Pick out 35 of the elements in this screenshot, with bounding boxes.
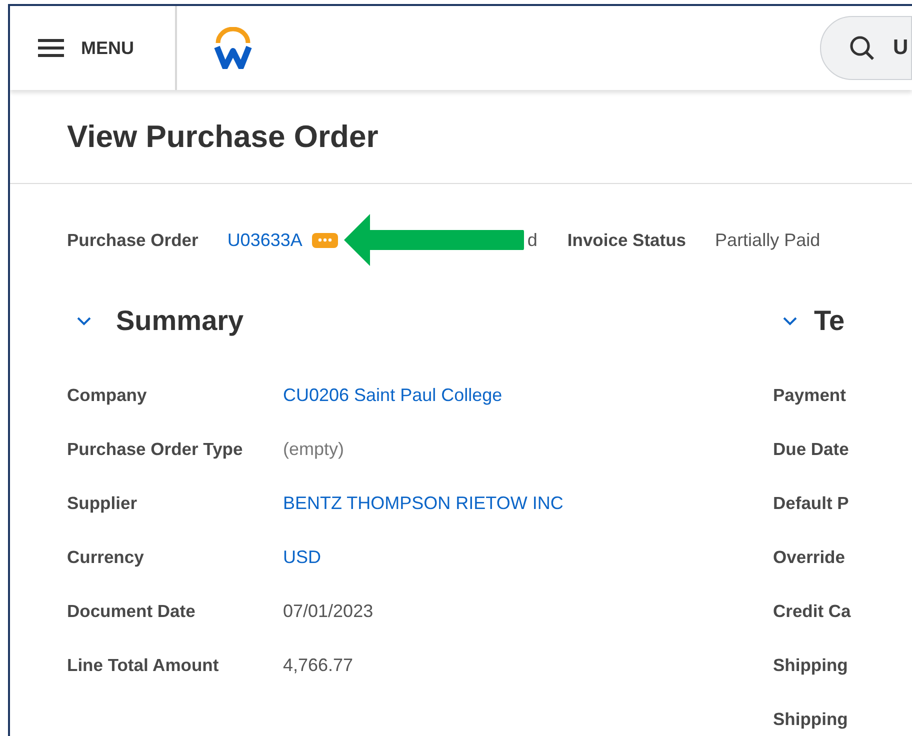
field-label: Supplier [67, 492, 138, 514]
field-value[interactable]: U03633A [227, 230, 302, 250]
field-label: Due Date [773, 438, 849, 460]
field-label: Document Date [67, 600, 196, 622]
ellipsis-icon [318, 238, 332, 242]
field-label: Payment [773, 384, 846, 406]
field-label: Invoice Status [567, 230, 686, 250]
menu-icon [38, 39, 64, 57]
field-label: Purchase Order Type [67, 438, 244, 460]
section-title: Te [814, 305, 845, 337]
field-value[interactable]: CU0206 Saint Paul College [283, 384, 502, 406]
field-value[interactable]: USD [283, 546, 322, 568]
search-icon [849, 35, 875, 61]
logo-icon[interactable] [214, 27, 252, 69]
chevron-icon[interactable] [782, 316, 798, 326]
field-label: Currency [67, 546, 145, 568]
field-value: (empty) [283, 438, 344, 460]
field-label: Credit Ca [773, 600, 851, 622]
section-title: Summary [116, 305, 244, 337]
field-label: Purchase Order [67, 230, 198, 250]
field-label: Line Total Amount [67, 654, 220, 676]
field-label: Default P [773, 492, 849, 514]
field-value: Partially Paid [715, 230, 820, 250]
field-label: Company [67, 384, 148, 406]
chevron-icon[interactable] [76, 316, 92, 326]
field-label: Shipping [773, 708, 848, 730]
field-value: d [527, 230, 538, 250]
field-value[interactable]: BENTZ THOMPSON RIETOW INC [283, 492, 564, 514]
field-value: 07/01/2023 [283, 600, 374, 622]
field-label: Override [773, 546, 845, 568]
menu-button[interactable]: MENU [10, 6, 175, 90]
page-title: View Purchase Order [67, 118, 378, 154]
search-field[interactable]: U [820, 16, 912, 80]
field-value: 4,766.77 [283, 654, 354, 676]
field-label: Shipping [773, 654, 848, 676]
